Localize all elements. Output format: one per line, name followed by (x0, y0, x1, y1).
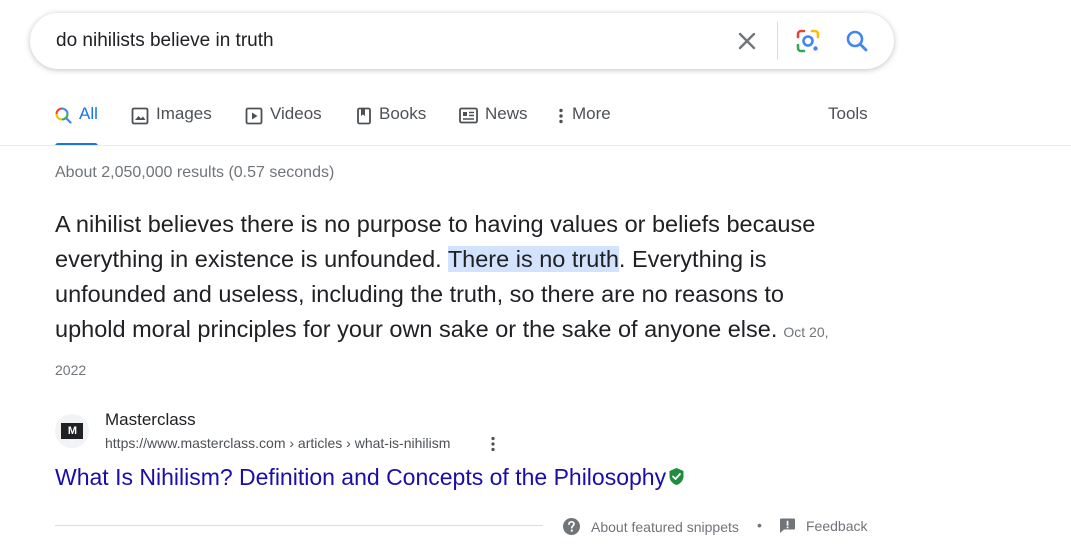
tab-all-label: All (79, 104, 98, 123)
image-icon (131, 107, 149, 125)
tab-images[interactable]: Images (131, 104, 212, 146)
tab-more-label: More (572, 104, 611, 123)
tab-books[interactable]: Books (356, 104, 426, 146)
tabs-divider (0, 145, 1071, 146)
play-icon (245, 107, 263, 125)
help-icon (563, 518, 580, 535)
search-icon[interactable] (842, 26, 872, 56)
result-title-link[interactable]: What Is Nihilism? Definition and Concept… (55, 464, 685, 491)
feedback-link[interactable]: Feedback (779, 517, 867, 534)
feedback-label: Feedback (806, 517, 868, 534)
site-favicon: M (55, 414, 89, 448)
tab-more[interactable]: More (557, 104, 611, 146)
featured-snippet-text: A nihilist believes there is no purpose … (55, 207, 855, 388)
more-vertical-icon (559, 108, 563, 124)
tab-videos[interactable]: Videos (245, 104, 322, 146)
masterclass-logo-icon: M (61, 423, 83, 439)
tab-images-label: Images (156, 104, 212, 123)
result-title-text: What Is Nihilism? Definition and Concept… (55, 464, 667, 490)
result-stats: About 2,050,000 results (0.57 seconds) (55, 164, 335, 181)
book-icon (357, 107, 371, 125)
about-featured-snippets-link[interactable]: About featured snippets (562, 517, 739, 536)
footer-separator: • (757, 517, 762, 533)
snippet-highlight: There is no truth (447, 246, 619, 272)
site-url: https://www.masterclass.com › articles ›… (105, 435, 451, 451)
close-icon[interactable] (732, 26, 762, 56)
tab-news-label: News (485, 104, 528, 123)
search-query[interactable]: do nihilists believe in truth (56, 30, 274, 52)
search-divider (777, 22, 778, 60)
tab-videos-label: Videos (270, 104, 322, 123)
search-icon (55, 107, 72, 124)
tools-button[interactable]: Tools (828, 104, 868, 146)
tab-all[interactable]: All (55, 104, 98, 146)
news-icon (459, 107, 478, 124)
google-lens-icon[interactable] (793, 26, 823, 56)
tab-books-label: Books (379, 104, 427, 123)
more-options-icon[interactable] (485, 434, 501, 454)
about-featured-snippets-label: About featured snippets (591, 518, 739, 535)
feedback-icon (780, 518, 795, 533)
tools-label: Tools (828, 104, 868, 123)
search-tabs: All Images Videos Books News More Tools (55, 104, 885, 146)
search-box[interactable]: do nihilists believe in truth (30, 13, 894, 69)
tab-news[interactable]: News (459, 104, 528, 146)
footer-divider (55, 525, 543, 526)
verified-shield-icon (669, 468, 684, 485)
site-name: Masterclass (105, 410, 196, 429)
